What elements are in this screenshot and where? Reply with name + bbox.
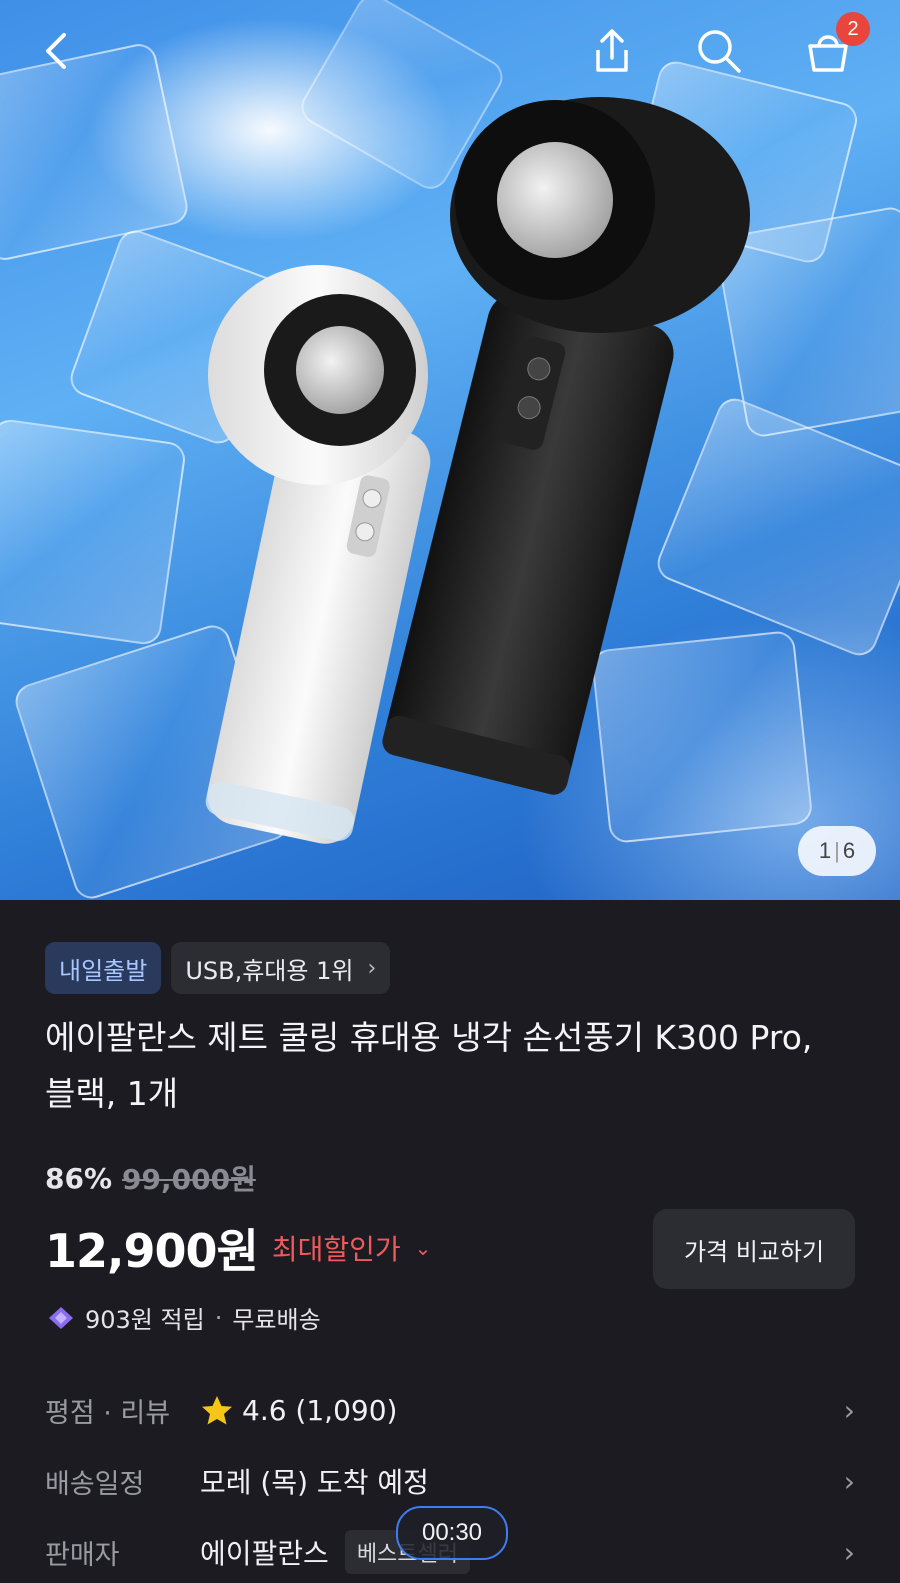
timer-overlay[interactable]: 00:30 [396, 1506, 508, 1560]
price-compare-button[interactable]: 가격 비교하기 [653, 1209, 855, 1289]
max-discount-label: 최대할인가 [271, 1233, 401, 1266]
separator-dot: · [214, 1303, 223, 1332]
delivery-chip: 내일출발 [45, 942, 162, 994]
pager-total: 6 [842, 838, 856, 863]
chevron-left-icon [46, 33, 66, 69]
product-title: 에이팔란스 제트 쿨링 휴대용 냉각 손선풍기 K300 Pro, 블랙, 1개 [45, 1018, 813, 1113]
chevron-down-icon: ⌄ [414, 1236, 432, 1260]
shipping-text: 무료배송 [232, 1306, 321, 1334]
search-icon [698, 30, 741, 73]
discount-row: 86% 99,000원 [45, 1158, 256, 1198]
rating-review-row[interactable]: 평점 · 리뷰 4.6 (1,090) › [45, 1385, 855, 1435]
max-discount-toggle[interactable]: 최대할인가 ⌄ [272, 1228, 432, 1268]
ranking-chip[interactable]: USB,휴대용 1위 › [171, 942, 391, 994]
discount-rate: 86% [45, 1161, 113, 1195]
chevron-right-icon: › [843, 1464, 855, 1498]
pager-current: 1 [818, 838, 832, 863]
reward-icon [49, 1306, 73, 1329]
gallery-pager: 1 | 6 [798, 826, 876, 876]
product-image-gallery[interactable]: 2 1 | 6 [0, 0, 900, 900]
star-icon [202, 1396, 232, 1425]
chevron-right-icon: › [843, 1393, 855, 1427]
search-button[interactable] [694, 26, 744, 76]
sale-price: 12,900원 [45, 1224, 259, 1278]
rating-label: 평점 · 리뷰 [45, 1397, 171, 1429]
share-button[interactable] [587, 26, 637, 76]
chevron-right-icon: › [843, 1535, 855, 1569]
delivery-schedule-row[interactable]: 배송일정 모레 (목) 도착 예정 › [45, 1456, 855, 1506]
ranking-chip-label: USB,휴대용 1위 [185, 956, 354, 985]
seller-label: 판매자 [45, 1539, 120, 1571]
price-row: 12,900원 최대할인가 ⌄ [45, 1215, 431, 1281]
chevron-right-icon: › [367, 955, 377, 981]
badge-chips: 내일출발 USB,휴대용 1위 › [45, 942, 391, 994]
rating-value: 4.6 (1,090) [242, 1393, 398, 1427]
share-icon [596, 29, 628, 72]
reward-text: 903원 적립 [85, 1306, 205, 1334]
original-price: 99,000원 [122, 1163, 256, 1196]
back-button[interactable] [32, 26, 82, 76]
seller-name: 에이팔란스 [200, 1537, 329, 1570]
fan-illustration [205, 97, 750, 844]
reward-row: 903원 적립 · 무료배송 [45, 1300, 321, 1335]
delivery-value: 모레 (목) 도착 예정 [200, 1466, 429, 1499]
delivery-label: 배송일정 [45, 1468, 145, 1500]
cart-count-badge: 2 [836, 12, 870, 46]
